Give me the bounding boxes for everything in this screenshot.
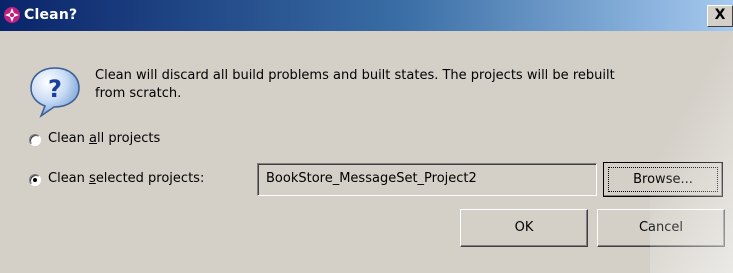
message-text: Clean will discard all build problems an… [95,67,715,103]
clean-selected-radio[interactable] [29,174,41,186]
message-line-1: Clean will discard all build problems an… [95,68,615,83]
close-icon: X [714,7,726,23]
ok-button[interactable]: OK [460,209,588,247]
close-button[interactable]: X [707,5,733,27]
eclipse-cross-icon [4,7,20,23]
dialog-title: Clean? [24,7,78,23]
browse-button[interactable]: Browse... [603,162,723,197]
cancel-button[interactable]: Cancel [597,209,725,247]
clean-all-radio[interactable] [29,134,41,146]
help-question-icon: ? [30,67,80,119]
clean-all-label[interactable]: Clean all projects [48,131,160,146]
selected-projects-field[interactable]: BookStore_MessageSet_Project2 [257,163,597,196]
browse-button-label: Browse... [608,167,718,192]
clean-dialog: Clean? X ? Clean will discard all build … [0,0,733,273]
title-bar[interactable]: Clean? X [0,0,733,31]
message-line-2: from scratch. [95,86,182,101]
svg-text:?: ? [48,75,62,103]
clean-selected-label[interactable]: Clean selected projects: [48,171,204,186]
